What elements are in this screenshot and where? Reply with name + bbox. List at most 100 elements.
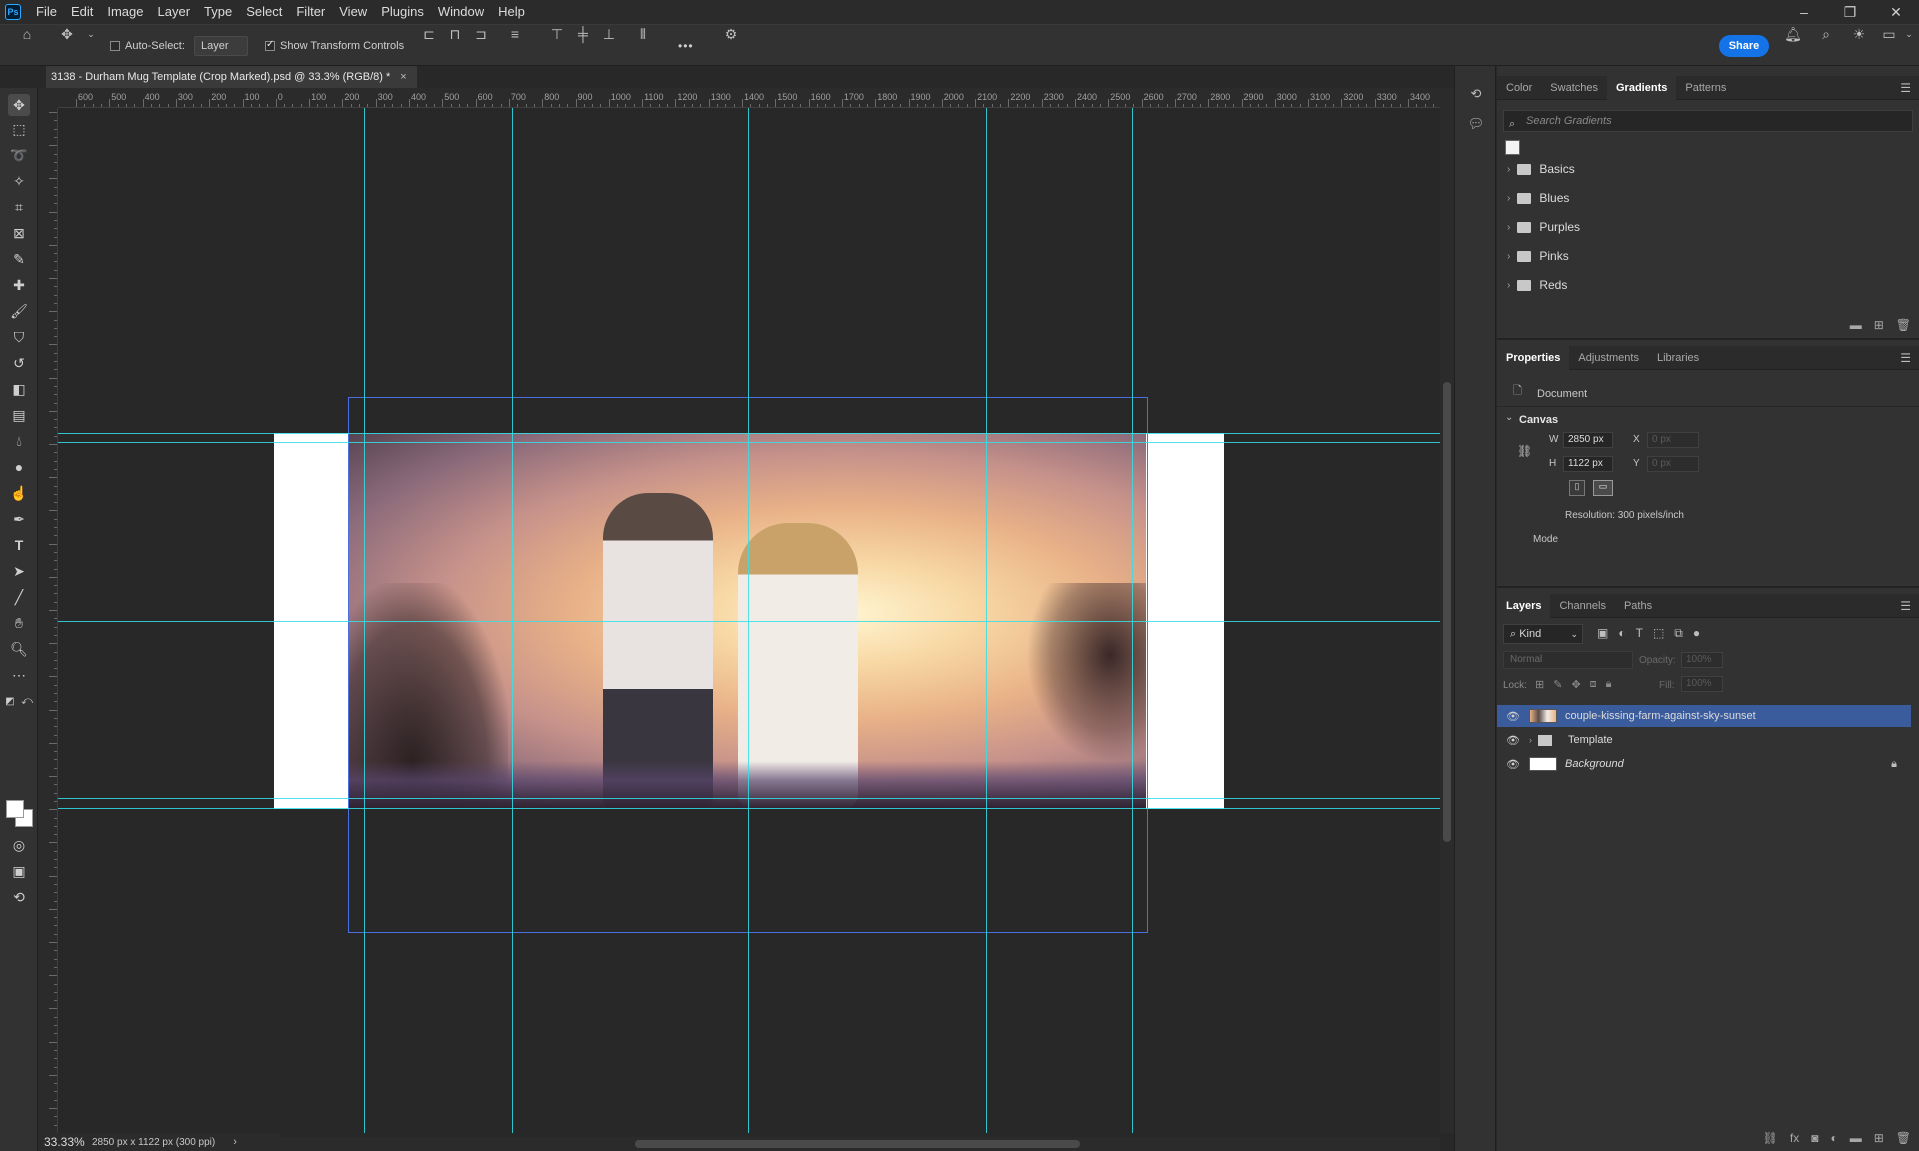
auto-select-checkbox[interactable]: Auto-Select:	[110, 25, 185, 67]
guide-horizontal[interactable]	[58, 621, 1440, 622]
workspace-icon[interactable]: ▭	[1880, 25, 1898, 43]
menu-window[interactable]: Window	[431, 0, 491, 24]
layer-row-template[interactable]: 👁︎ › Template	[1497, 729, 1911, 751]
eye-icon[interactable]: 👁︎	[1503, 734, 1523, 747]
menu-image[interactable]: Image	[100, 0, 150, 24]
brush-tool-icon[interactable]: 🖌︎	[8, 300, 30, 322]
history-brush-tool-icon[interactable]: ↺	[8, 352, 30, 374]
gradient-preset-swatch[interactable]	[1505, 140, 1520, 155]
portrait-orientation-icon[interactable]: ▯	[1569, 480, 1585, 496]
tab-adjustments[interactable]: Adjustments	[1569, 346, 1648, 370]
new-group-icon[interactable]: ▬	[1850, 1131, 1862, 1145]
dodge-tool-icon[interactable]: ●	[8, 456, 30, 478]
frame-tool-icon[interactable]: ⊠	[8, 222, 30, 244]
comments-panel-icon[interactable]: 💬︎	[1466, 114, 1486, 134]
edit-toolbar-icon[interactable]: ⋯	[8, 664, 30, 686]
search-icon[interactable]: ⌕	[1817, 25, 1835, 43]
lock-transparent-icon[interactable]: ⊞	[1535, 678, 1544, 691]
close-window-button[interactable]: ✕	[1873, 0, 1919, 24]
healing-brush-tool-icon[interactable]: ✚	[8, 274, 30, 296]
screen-mode-icon[interactable]: ▣	[8, 860, 30, 882]
home-icon[interactable]: ⌂	[18, 25, 36, 43]
quick-mask-icon[interactable]: ◎	[8, 834, 30, 856]
hand-tool-icon[interactable]: ✋︎	[8, 612, 30, 634]
document-tab[interactable]: 3138 - Durham Mug Template (Crop Marked)…	[46, 66, 417, 88]
menu-filter[interactable]: Filter	[289, 0, 332, 24]
collapse-chevron-icon[interactable]: ⌄	[1505, 412, 1513, 423]
bell-icon[interactable]: 🔔︎	[1784, 25, 1802, 43]
type-tool-icon[interactable]: T	[8, 534, 30, 556]
gradient-search-input[interactable]: ⌕ Search Gradients	[1503, 110, 1913, 132]
menu-plugins[interactable]: Plugins	[374, 0, 431, 24]
foreground-color-swatch[interactable]	[6, 800, 24, 818]
lock-artboard-icon[interactable]: ⧈	[1590, 678, 1597, 691]
show-transform-controls-checkbox[interactable]: Show Transform Controls	[265, 25, 404, 67]
layer-name[interactable]: Template	[1568, 734, 1613, 746]
lock-pixels-icon[interactable]: ✎	[1553, 678, 1562, 691]
shape-filter-icon[interactable]: ⬚	[1653, 626, 1664, 641]
tab-gradients[interactable]: Gradients	[1607, 75, 1677, 100]
tab-patterns[interactable]: Patterns	[1676, 76, 1735, 100]
show-transform-check-icon[interactable]	[265, 39, 275, 51]
align-left-icon[interactable]: ⊏	[420, 25, 438, 43]
zoom-level-field[interactable]: 33.33%	[38, 1135, 90, 1149]
align-top-icon[interactable]: ⊤	[548, 25, 566, 43]
gradient-folder-purples[interactable]: › Purples	[1507, 216, 1580, 238]
status-info-arrow[interactable]: ›	[233, 1136, 237, 1148]
chevron-right-icon[interactable]: ›	[1507, 193, 1510, 204]
tab-color[interactable]: Color	[1497, 76, 1541, 100]
chevron-right-icon[interactable]: ›	[1529, 735, 1532, 745]
vertical-scrollbar[interactable]	[1440, 88, 1454, 1133]
pen-tool-icon[interactable]: ✒	[8, 508, 30, 530]
eyedropper-tool-icon[interactable]: ✎	[8, 248, 30, 270]
guide-horizontal[interactable]	[58, 442, 1440, 443]
workspace-chevron-icon[interactable]: ⌄	[1900, 25, 1918, 43]
ruler-origin[interactable]	[38, 88, 58, 108]
add-mask-icon[interactable]: ◙	[1811, 1131, 1818, 1145]
crop-tool-icon[interactable]: ⌗	[8, 196, 30, 218]
type-filter-icon[interactable]: T	[1636, 626, 1643, 641]
smudge-tool-icon[interactable]: ☝	[8, 482, 30, 504]
delete-icon[interactable]: 🗑︎	[1896, 1131, 1911, 1145]
new-group-icon[interactable]: ▬	[1850, 318, 1862, 332]
chevron-down-icon[interactable]: ⌄	[82, 25, 100, 43]
height-field[interactable]: 1122 px	[1563, 456, 1613, 472]
layer-row-background[interactable]: 👁︎ Background 🔒︎	[1497, 753, 1911, 775]
gradient-folder-blues[interactable]: › Blues	[1507, 187, 1569, 209]
new-layer-icon[interactable]: ⊞	[1874, 1131, 1884, 1145]
tab-properties[interactable]: Properties	[1497, 345, 1570, 370]
chevron-right-icon[interactable]: ›	[1507, 251, 1510, 262]
more-options-button[interactable]: •••	[678, 25, 694, 67]
minimize-button[interactable]: –	[1781, 0, 1827, 24]
panel-menu-icon[interactable]: ☰	[1900, 599, 1911, 613]
lasso-tool-icon[interactable]: ➰	[8, 144, 30, 166]
chevron-right-icon[interactable]: ›	[1507, 280, 1510, 291]
menu-type[interactable]: Type	[197, 0, 239, 24]
eye-icon[interactable]: 👁︎	[1503, 758, 1523, 771]
panel-menu-icon[interactable]: ☰	[1900, 351, 1911, 365]
menu-file[interactable]: File	[29, 0, 64, 24]
tab-channels[interactable]: Channels	[1550, 594, 1614, 618]
restore-button[interactable]: ❐	[1827, 0, 1873, 24]
distribute-vertical-icon[interactable]: ⦀	[634, 25, 652, 43]
layer-row-couple-photo[interactable]: 👁︎ couple-kissing-farm-against-sky-sunse…	[1497, 705, 1911, 727]
menu-select[interactable]: Select	[239, 0, 289, 24]
gradient-folder-pinks[interactable]: › Pinks	[1507, 245, 1569, 267]
gradient-folder-reds[interactable]: › Reds	[1507, 274, 1567, 296]
horizontal-scroll-thumb[interactable]	[635, 1140, 1080, 1148]
horizontal-ruler[interactable]: 600 500 400 300 200 100 0 100 200 300 400 500 600 700…	[58, 88, 1440, 108]
guide-horizontal[interactable]	[58, 798, 1440, 799]
lock-position-icon[interactable]: ✥	[1571, 678, 1580, 691]
adjustment-layer-icon[interactable]: ◐	[1830, 1131, 1837, 1145]
gradient-tool-icon[interactable]: ▤	[8, 404, 30, 426]
horizontal-scrollbar[interactable]	[280, 1137, 1440, 1151]
distribute-icon[interactable]: ≡	[506, 25, 524, 43]
align-right-icon[interactable]: ⊐	[472, 25, 490, 43]
default-colors-icon[interactable]: ◩	[3, 690, 17, 712]
width-field[interactable]: 2850 px	[1563, 432, 1613, 448]
align-bottom-icon[interactable]: ⊥	[600, 25, 618, 43]
swap-colors-icon[interactable]: ⤺	[20, 690, 34, 712]
tab-paths[interactable]: Paths	[1615, 594, 1661, 618]
vertical-scroll-thumb[interactable]	[1443, 382, 1451, 842]
eye-icon[interactable]: 👁︎	[1503, 710, 1523, 723]
